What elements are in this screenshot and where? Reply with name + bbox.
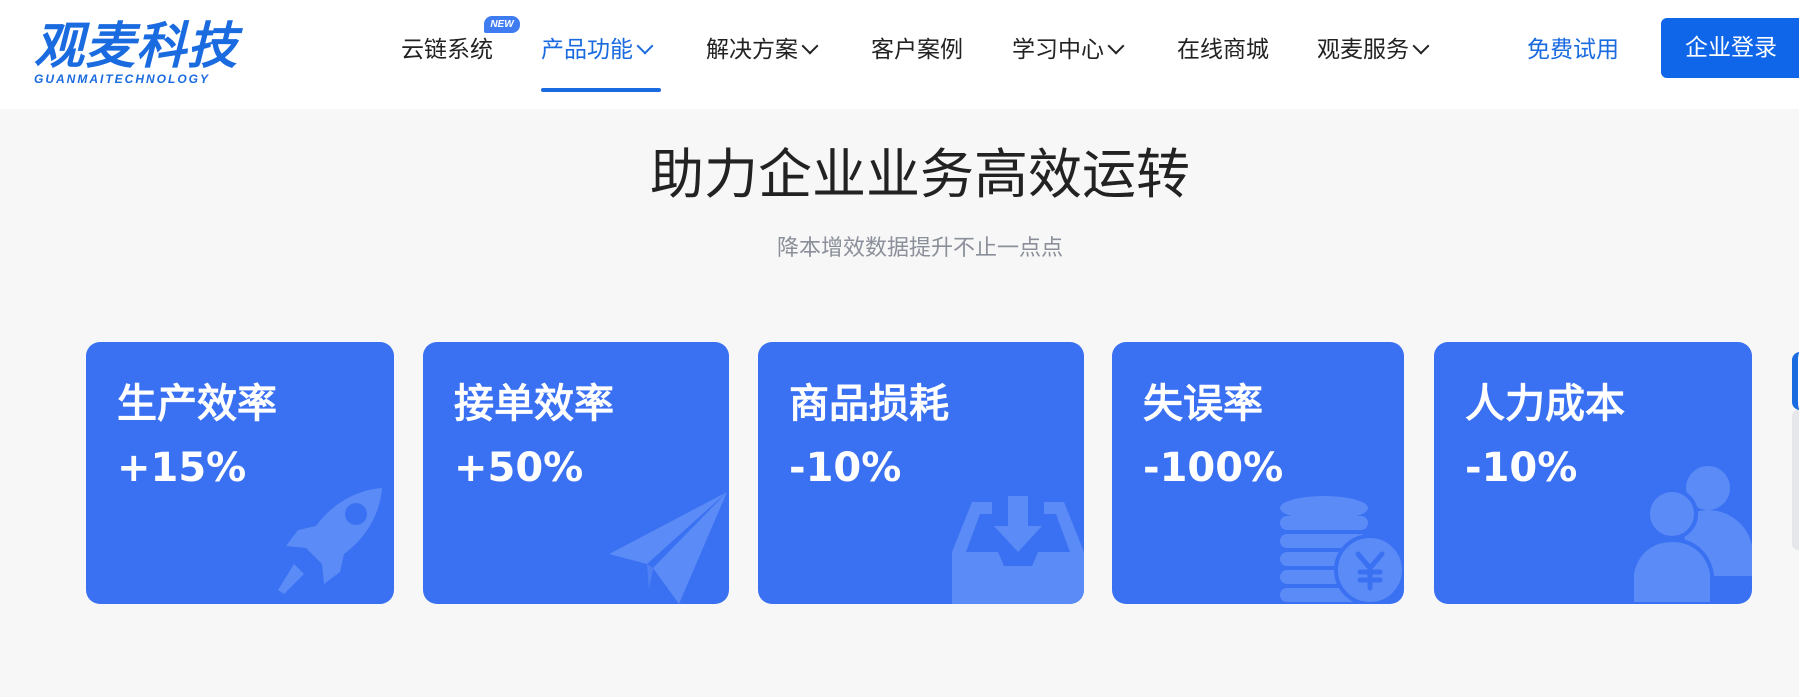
metric-value: -100% xyxy=(1143,445,1284,491)
chevron-down-icon xyxy=(801,37,819,55)
nav-item-label: 解决方案 xyxy=(706,37,798,63)
metric-label: 商品损耗 xyxy=(789,381,949,427)
logo-chinese-name: 观麦科技 xyxy=(34,17,238,75)
nav-item-label: 产品功能 xyxy=(541,37,633,63)
metric-label: 人力成本 xyxy=(1465,381,1625,427)
brand-logo[interactable]: 观麦科技 GUANMAITECHNOLOGY xyxy=(34,18,264,88)
nav-item-label: 观麦服务 xyxy=(1317,37,1409,63)
nav-item-label: 在线商城 xyxy=(1177,37,1269,63)
enterprise-login-button[interactable]: 企业登录 xyxy=(1661,18,1799,78)
nav-item-solutions[interactable]: 解决方案 xyxy=(706,34,819,66)
nav-item-label: 学习中心 xyxy=(1012,37,1104,63)
metric-value: +15% xyxy=(117,445,247,491)
nav-item-label: 云链系统 xyxy=(401,37,493,63)
page-title: 助力企业业务高效运转 xyxy=(650,143,1190,206)
chevron-down-icon xyxy=(1412,37,1430,55)
metric-value: -10% xyxy=(1465,445,1578,491)
nav-item-learning-center[interactable]: 学习中心 xyxy=(1012,34,1125,66)
users-icon xyxy=(1632,466,1752,604)
page-subtitle: 降本增效数据提升不止一点点 xyxy=(776,236,1063,261)
new-badge: NEW xyxy=(484,16,520,33)
nav-item-product-features[interactable]: 产品功能 xyxy=(541,34,654,66)
metric-label: 生产效率 xyxy=(117,381,277,427)
active-nav-underline xyxy=(541,88,661,92)
nav-item-online-store[interactable]: 在线商城 xyxy=(1177,34,1269,66)
metric-label: 失误率 xyxy=(1143,381,1263,427)
nav-item-cloud-chain[interactable]: 云链系统 xyxy=(401,34,493,66)
paper-plane-icon xyxy=(609,492,727,604)
inbox-download-icon xyxy=(952,496,1084,604)
metric-label: 接单效率 xyxy=(454,381,614,427)
metric-card-labor-cost: 人力成本 -10% xyxy=(1434,342,1752,604)
nav-item-label: 客户案例 xyxy=(871,37,963,63)
side-floating-tab[interactable] xyxy=(1792,352,1799,410)
side-floating-panel xyxy=(1792,410,1799,550)
metric-card-production-efficiency: 生产效率 +15% xyxy=(86,342,394,604)
logo-english-name: GUANMAITECHNOLOGY xyxy=(34,72,210,86)
coins-yen-icon xyxy=(1280,496,1404,604)
rocket-icon xyxy=(278,488,382,594)
nav-item-customer-cases[interactable]: 客户案例 xyxy=(871,34,963,66)
metric-value: -10% xyxy=(789,445,902,491)
site-header: 观麦科技 GUANMAITECHNOLOGY NEW 云链系统 产品功能 解决方… xyxy=(0,0,1799,109)
chevron-down-icon xyxy=(636,37,654,55)
nav-item-services[interactable]: 观麦服务 xyxy=(1317,34,1430,66)
metric-card-goods-loss: 商品损耗 -10% xyxy=(758,342,1084,604)
metric-card-order-efficiency: 接单效率 +50% xyxy=(423,342,729,604)
metric-value: +50% xyxy=(454,445,584,491)
metric-card-error-rate: 失误率 -100% xyxy=(1112,342,1404,604)
chevron-down-icon xyxy=(1107,37,1125,55)
free-trial-link[interactable]: 免费试用 xyxy=(1527,34,1619,66)
